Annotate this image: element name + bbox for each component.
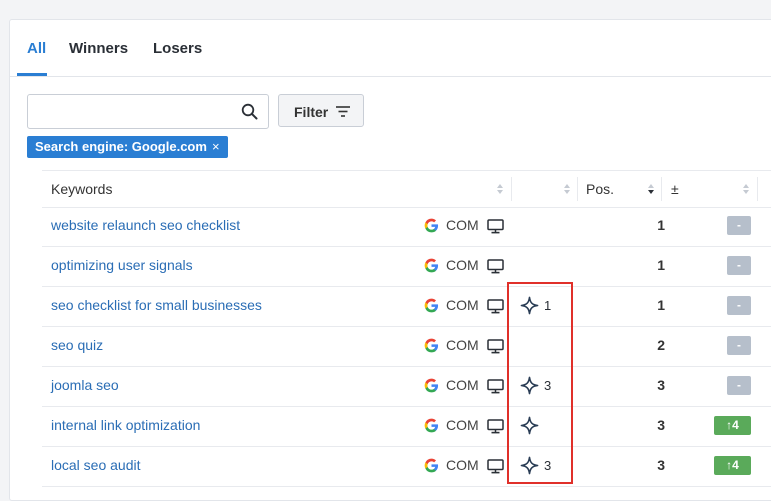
keyword-link[interactable]: seo quiz [51,337,103,353]
keyword-link[interactable]: seo checklist for small businesses [51,297,262,313]
search-input[interactable] [36,101,240,123]
sort-icon[interactable] [496,183,504,195]
change-badge: - [727,216,751,235]
sort-desc-icon[interactable] [647,183,655,195]
ai-sparkle-icon[interactable] [520,296,539,315]
keyword-link[interactable]: joomla seo [51,377,119,393]
column-header-keywords[interactable]: Keywords [51,181,112,197]
desktop-icon [487,339,504,354]
active-tab-indicator [17,73,47,76]
ai-count: 3 [544,458,552,473]
keyword-link[interactable]: internal link optimization [51,417,200,433]
search-icon[interactable] [241,103,258,120]
filter-button[interactable]: Filter [278,94,364,127]
position-value: 1 [657,257,665,273]
tab-winners[interactable]: Winners [69,40,128,57]
tab-losers[interactable]: Losers [153,40,202,57]
change-badge: - [727,256,751,275]
position-value: 2 [657,337,665,353]
column-separator [757,177,758,201]
sort-icon[interactable] [742,183,750,195]
table-row: website relaunch seo checklist COM 1 - [42,206,771,247]
column-header-position[interactable]: Pos. [586,181,614,197]
google-icon [424,218,439,233]
position-value: 3 [657,377,665,393]
filter-chip-label: Search engine: Google.com [35,139,207,154]
ai-sparkle-icon[interactable] [520,416,539,435]
domain-label: COM [446,257,479,273]
desktop-icon [487,419,504,434]
ai-sparkle-icon[interactable] [520,456,539,475]
remove-filter-icon[interactable]: × [212,139,220,154]
column-separator [577,177,578,201]
table-row: local seo audit COM 3 3 ↑4 [42,446,771,487]
column-separator [661,177,662,201]
column-header-change[interactable]: ± [671,181,679,197]
table-header: Keywords Pos. ± [42,170,771,208]
rankings-panel: All Winners Losers Filter Search engine:… [9,19,771,501]
sort-icon[interactable] [563,183,571,195]
desktop-icon [487,259,504,274]
desktop-icon [487,219,504,234]
desktop-icon [487,379,504,394]
google-icon [424,418,439,433]
keyword-link[interactable]: optimizing user signals [51,257,193,273]
position-value: 3 [657,417,665,433]
position-value: 3 [657,457,665,473]
tab-bar: All Winners Losers [10,20,771,77]
ai-count: 3 [544,378,552,393]
domain-label: COM [446,217,479,233]
domain-label: COM [446,377,479,393]
ai-sparkle-icon[interactable] [520,376,539,395]
google-icon [424,458,439,473]
position-value: 1 [657,297,665,313]
table-row: internal link optimization COM 3 ↑4 [42,406,771,447]
ai-count: 1 [544,298,552,313]
change-badge: - [727,296,751,315]
google-icon [424,258,439,273]
search-field[interactable] [27,94,269,129]
change-badge: - [727,376,751,395]
keyword-link[interactable]: local seo audit [51,457,141,473]
desktop-icon [487,299,504,314]
table-row: optimizing user signals COM 1 - [42,246,771,287]
change-badge: ↑4 [714,416,751,435]
filter-chip-search-engine: Search engine: Google.com × [27,136,228,158]
change-badge: ↑4 [714,456,751,475]
table-row: joomla seo COM 3 3 - [42,366,771,407]
keyword-link[interactable]: website relaunch seo checklist [51,217,240,233]
google-icon [424,338,439,353]
google-icon [424,298,439,313]
table-row: seo quiz COM 2 - [42,326,771,367]
domain-label: COM [446,417,479,433]
domain-label: COM [446,337,479,353]
filter-button-label: Filter [294,104,329,120]
column-separator [511,177,512,201]
domain-label: COM [446,297,479,313]
change-badge: - [727,336,751,355]
filter-lines-icon [336,106,350,117]
desktop-icon [487,459,504,474]
google-icon [424,378,439,393]
table-row: seo checklist for small businesses COM 1 1 - [42,286,771,327]
position-value: 1 [657,217,665,233]
tab-all[interactable]: All [27,40,46,57]
domain-label: COM [446,457,479,473]
